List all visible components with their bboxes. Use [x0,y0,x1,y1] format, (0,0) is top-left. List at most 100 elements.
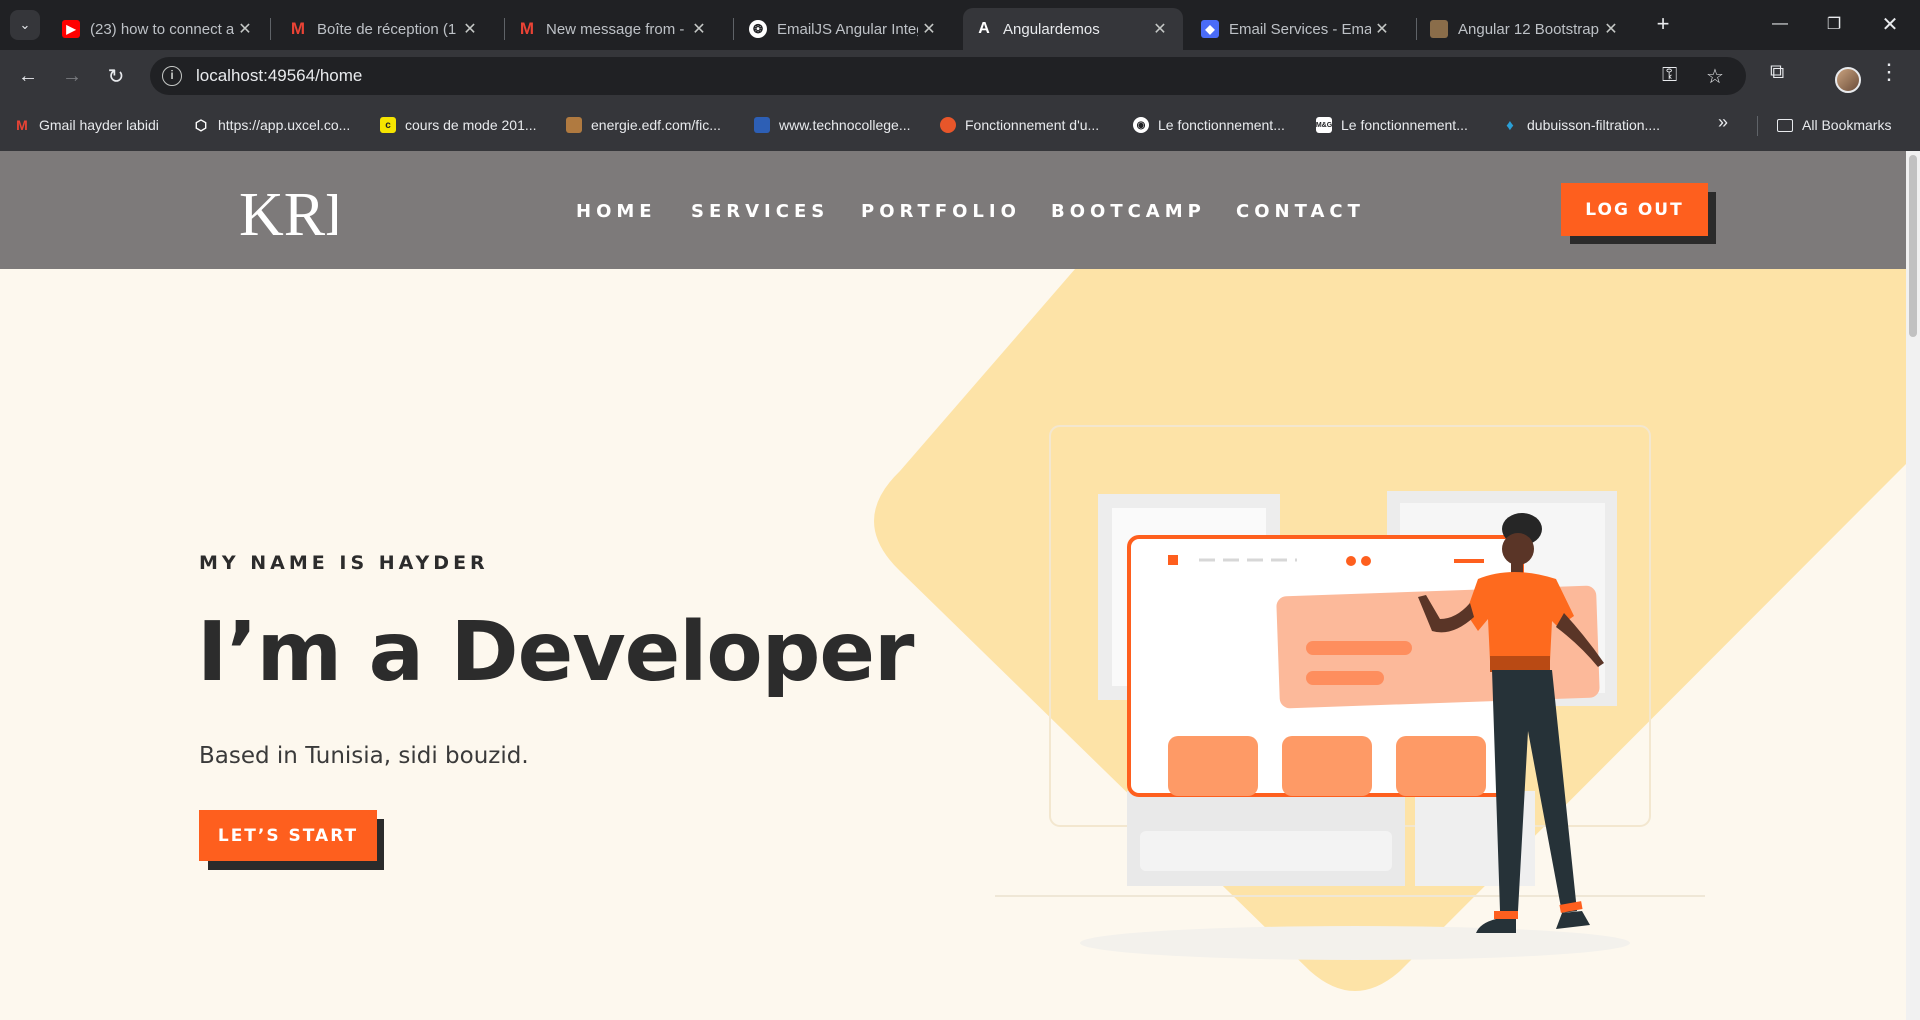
minimize-button[interactable]: — [1752,0,1808,48]
bookmark-fonctionnement-2[interactable]: ◉ Le fonctionnement... [1133,114,1285,136]
close-icon[interactable]: ✕ [688,19,710,39]
tab-title: Angulardemos [1003,20,1100,38]
tab-youtube[interactable]: ▶ (23) how to connect a ✕ [50,8,268,50]
cabinet-drawer [1140,831,1392,871]
tab-angulardemos[interactable]: A Angulardemos ✕ [963,8,1183,50]
tab-gmail-inbox[interactable]: M Boîte de réception (1 ✕ [277,8,493,50]
tile-3 [1396,736,1486,796]
close-icon[interactable]: ✕ [1371,19,1393,39]
tab-divider [733,18,734,40]
site-info-icon[interactable]: i [162,66,182,86]
bookmark-coursera[interactable]: c cours de mode 201... [380,114,537,136]
more-menu-icon[interactable]: ⋮ [1878,59,1900,85]
bookmark-label: dubuisson-filtration.... [1527,117,1661,133]
bookmark-technocollege[interactable]: www.technocollege... [754,114,911,136]
nav-portfolio[interactable]: PORTFOLIO [861,201,1021,222]
tab-title: Angular 12 Bootstrap [1458,20,1599,38]
address-bar[interactable]: i localhost:49564/home ⚿ ☆ [150,57,1746,95]
nav-home[interactable]: HOME [576,201,657,222]
site-logo[interactable]: KRD [237,180,337,242]
bookmarks-overflow-icon[interactable]: » [1718,112,1728,133]
close-icon[interactable]: ✕ [918,19,940,39]
window-circle-2 [1361,556,1371,566]
all-bookmarks[interactable]: All Bookmarks [1777,114,1891,136]
tile-1 [1168,736,1258,796]
tab-search-button[interactable]: ⌄ [10,10,40,40]
reload-icon: ↻ [107,65,125,88]
nav-services[interactable]: SERVICES [691,201,829,222]
mg-icon: M&G [1316,117,1332,133]
tab-gmail-message[interactable]: M New message from - ✕ [506,8,722,50]
bookmark-label: https://app.uxcel.co... [218,117,351,133]
page-icon [940,117,956,133]
scrollbar-thumb[interactable] [1909,155,1917,337]
gmail-icon: M [290,19,306,38]
site-navbar: KRD HOME SERVICES PORTFOLIO BOOTCAMP CON… [0,151,1906,269]
close-icon[interactable]: ✕ [234,19,256,39]
uxcel-icon: ⬡ [194,116,208,133]
tab-title: New message from - [546,20,685,38]
browser-toolbar: ← → ↻ i localhost:49564/home ⚿ ☆ ⧉ ⋮ [0,50,1920,100]
tab-chatgpt[interactable]: ❂ EmailJS Angular Integ ✕ [737,8,952,50]
bookmark-label: Le fonctionnement... [1158,117,1285,133]
bookmark-fonctionnement-1[interactable]: Fonctionnement d'u... [940,114,1099,136]
bookmark-label: Fonctionnement d'u... [965,117,1100,133]
hero-headline: I’m a Developer [197,605,914,700]
bookmark-label: www.technocollege... [779,117,911,133]
lets-start-button[interactable]: LET’S START [199,810,377,861]
bookmark-fonctionnement-3[interactable]: M&G Le fonctionnement... [1316,114,1468,136]
hero-card-line-2 [1306,671,1384,685]
tab-title: Email Services - Emai [1229,20,1371,38]
bookmark-label: Le fonctionnement... [1341,117,1468,133]
youtube-icon: ▶ [62,20,80,38]
logo-text: KRD [239,181,337,242]
tab-title: (23) how to connect a [90,20,234,38]
coursera-icon: c [380,117,396,133]
bookmark-star-icon[interactable]: ☆ [1706,64,1724,89]
password-key-icon[interactable]: ⚿ [1662,64,1677,87]
new-tab-button[interactable]: + [1650,12,1676,38]
arrow-left-icon: ← [18,64,38,87]
gmail-icon: M [519,19,535,38]
web-page: KRD HOME SERVICES PORTFOLIO BOOTCAMP CON… [0,151,1920,1020]
profile-avatar[interactable] [1835,67,1861,93]
hero-illustration [874,269,1906,991]
bookmark-label: All Bookmarks [1802,117,1892,133]
window-circle-1 [1346,556,1356,566]
extensions-icon[interactable]: ⧉ [1770,61,1784,84]
close-icon[interactable]: ✕ [1149,19,1171,39]
url-text[interactable]: localhost:49564/home [196,66,362,86]
chevron-down-icon: ⌄ [19,17,31,32]
edf-icon [566,117,582,133]
person-belt [1490,656,1550,672]
bookmark-gmail[interactable]: M Gmail hayder labidi [14,114,159,136]
tab-emailjs[interactable]: ◆ Email Services - Emai ✕ [1189,8,1405,50]
forward-button[interactable]: → [56,60,88,92]
person-shoe-left [1476,919,1516,933]
bookmark-edf[interactable]: energie.edf.com/fic... [566,114,721,136]
close-icon: ✕ [1881,13,1899,36]
drop-icon: ♦ [1506,116,1514,134]
tab-divider [1416,18,1417,40]
close-window-button[interactable]: ✕ [1862,0,1918,48]
close-icon[interactable]: ✕ [459,19,481,39]
nav-contact[interactable]: CONTACT [1236,201,1365,222]
bookmark-uxcel[interactable]: ⬡ https://app.uxcel.co... [193,114,350,136]
bookmark-label: Gmail hayder labidi [39,117,159,133]
logout-button[interactable]: LOG OUT [1561,183,1708,236]
restore-button[interactable]: ❐ [1806,0,1862,48]
bookmark-label: energie.edf.com/fic... [591,117,721,133]
back-button[interactable]: ← [12,60,44,92]
hero-subline: Based in Tunisia, sidi bouzid. [199,743,529,769]
bookmarks-bar: M Gmail hayder labidi ⬡ https://app.uxce… [0,100,1920,151]
person-shoe-right [1556,911,1590,929]
restore-icon: ❐ [1826,16,1842,33]
nav-bootcamp[interactable]: BOOTCAMP [1051,201,1206,222]
close-icon[interactable]: ✕ [1600,19,1622,39]
reload-button[interactable]: ↻ [100,60,132,92]
gmail-icon: M [16,117,28,133]
tab-angular-bootstrap[interactable]: Angular 12 Bootstrap ✕ [1418,8,1634,50]
bookmark-dubuisson[interactable]: ♦ dubuisson-filtration.... [1502,114,1660,136]
minimize-icon: — [1772,15,1788,32]
chatgpt-icon: ❂ [749,20,767,38]
